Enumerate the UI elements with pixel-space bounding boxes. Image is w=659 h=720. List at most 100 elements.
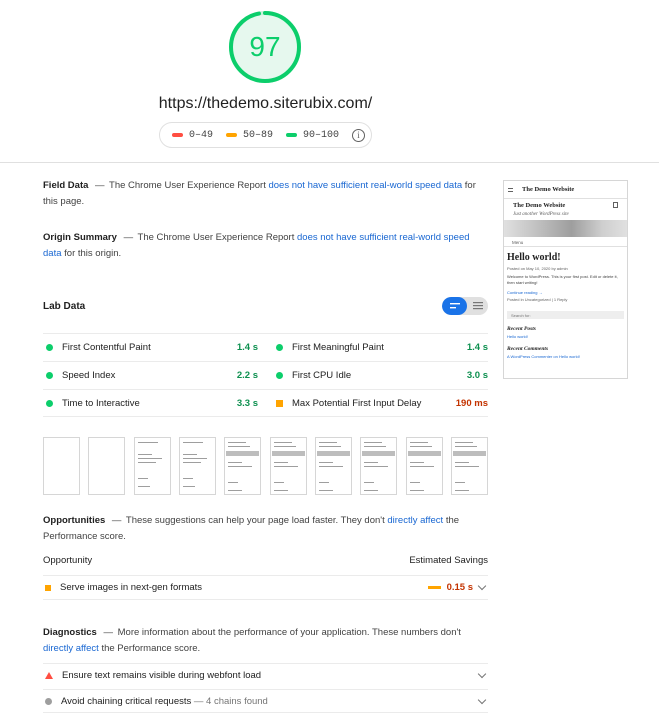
screenshot-post-title: Hello world! (507, 252, 561, 263)
filmstrip (43, 437, 488, 495)
average-icon (276, 399, 283, 407)
field-data-link[interactable]: does not have sufficient real-world spee… (268, 180, 462, 191)
origin-summary-title: Origin Summary (43, 232, 117, 243)
screenshot-recent-comment-item: A WordPress Commenter on Hello world! (507, 354, 580, 359)
diagnostics-title: Diagnostics (43, 627, 97, 638)
legend-item-fail: 0–49 (172, 130, 213, 141)
chevron-down-icon[interactable] (477, 669, 487, 679)
pass-icon (276, 344, 283, 351)
pass-icon (46, 372, 53, 379)
legend-range: 0–49 (189, 129, 214, 141)
diagnostic-label: Avoid chaining critical requests — 4 cha… (61, 696, 479, 707)
metric-label: Max Potential First Input Delay (292, 397, 422, 409)
metric-first-contentful-paint: First Contentful Paint 1.4 s (43, 334, 258, 361)
metric-first-cpu-idle: First CPU Idle 3.0 s (273, 362, 488, 389)
compact-view-button[interactable] (442, 297, 467, 315)
menu-icon (508, 187, 513, 192)
chevron-down-icon[interactable] (477, 695, 487, 704)
diagnostics-text: More information about the performance o… (117, 627, 461, 638)
diagnostic-detail: — 4 chains found (193, 695, 268, 707)
metric-label: First CPU Idle (292, 370, 352, 381)
opportunities-text: These suggestions can help your page loa… (125, 515, 385, 526)
lab-data-title: Lab Data (43, 300, 86, 312)
metric-label: Time to Interactive (62, 397, 140, 409)
metric-value: 3.3 s (236, 397, 258, 409)
screenshot-nav: Menu (504, 237, 627, 247)
screenshot-recent-comments-title: Recent Comments (507, 346, 549, 352)
metric-value: 3.0 s (466, 370, 488, 381)
metric-first-meaningful-paint: First Meaningful Paint 1.4 s (273, 334, 488, 361)
field-data-title: Field Data (43, 180, 89, 191)
screenshot-site-title-2: The Demo Website (513, 202, 566, 209)
metric-label: First Meaningful Paint (292, 342, 384, 353)
diagnostics-suffix: the Performance score. (101, 643, 201, 654)
origin-summary-suffix: for this origin. (64, 248, 122, 259)
field-data-dash: — (95, 180, 105, 191)
filmstrip-frame (314, 437, 352, 495)
metric-label: First Contentful Paint (62, 342, 151, 353)
info-icon[interactable]: i (352, 128, 365, 142)
diagnostics-section: Diagnostics — More information about the… (43, 625, 488, 657)
fail-icon (45, 672, 53, 679)
filmstrip-frame (88, 437, 126, 495)
diagnostic-webfont-visible[interactable]: Ensure text remains visible during webfo… (43, 663, 488, 687)
metric-time-to-interactive: Time to Interactive 3.3 s (43, 390, 258, 416)
pass-icon (46, 344, 53, 351)
metric-max-potential-fid: Max Potential First Input Delay 190 ms (273, 390, 488, 416)
metric-row: First Contentful Paint 1.4 s First Meani… (43, 333, 488, 361)
screenshot-site-header: The Demo Website Just another WordPress … (504, 199, 627, 217)
screenshot-body: Hello world! Posted on May 10, 2020 by a… (504, 247, 627, 359)
expanded-view-button[interactable] (467, 297, 488, 315)
screenshot-header-image (504, 220, 627, 237)
score-legend: 0–49 50–89 90–100 i (159, 122, 372, 148)
screenshot-topbar: The Demo Website (504, 181, 627, 199)
chevron-down-icon[interactable] (477, 581, 487, 591)
legend-swatch (226, 133, 237, 137)
header-divider (0, 162, 659, 163)
pass-icon (276, 372, 283, 379)
diagnostics-link[interactable]: directly affect (43, 643, 99, 654)
filmstrip-frame (224, 437, 262, 495)
screenshot-site-name: The Demo Website (513, 202, 618, 209)
metric-value: 190 ms (455, 397, 488, 409)
metric-row: Speed Index 2.2 s First CPU Idle 3.0 s (43, 361, 488, 389)
opportunities-link[interactable]: directly affect (387, 515, 443, 526)
search-icon (613, 202, 618, 208)
report-main: Field Data — The Chrome User Experience … (43, 178, 488, 262)
legend-item-average: 50–89 (226, 130, 273, 141)
savings-value: 0.15 s (446, 582, 473, 593)
origin-summary-dash: — (123, 232, 134, 243)
metric-value: 1.4 s (466, 342, 488, 353)
screenshot-recent-posts-title: Recent Posts (507, 326, 536, 332)
pass-icon (46, 399, 53, 407)
opportunities-title: Opportunities (43, 515, 106, 526)
opportunity-label: Serve images in next-gen formats (60, 582, 203, 593)
screenshot-recent-post-item: Hello world! (507, 334, 528, 339)
score-value: 97 (249, 31, 281, 62)
filmstrip-frame (405, 437, 443, 495)
diagnostic-critical-requests[interactable]: Avoid chaining critical requests — 4 cha… (43, 689, 488, 713)
filmstrip-frame (133, 437, 171, 495)
opportunities-section: Opportunities — These suggestions can he… (43, 513, 488, 545)
list-compact-icon (449, 303, 460, 309)
screenshot-search: Search for: (507, 311, 624, 319)
field-data-section: Field Data — The Chrome User Experience … (43, 178, 488, 210)
opportunity-column: Opportunity (43, 555, 93, 566)
metric-view-toggle[interactable] (442, 297, 488, 315)
screenshot-posted-in: Posted in Uncategorized | 1 Reply (507, 297, 568, 302)
performance-score-gauge: 97 (228, 10, 302, 84)
screenshot-post-meta: Posted on May 10, 2020 by admin (507, 266, 568, 271)
filmstrip-frame (360, 437, 398, 495)
opportunities-dash: — (111, 515, 122, 526)
filmstrip-frame (269, 437, 307, 495)
info-dot-icon (45, 697, 52, 705)
field-data-text: The Chrome User Experience Report (109, 180, 266, 191)
opportunity-serve-next-gen-images[interactable]: Serve images in next-gen formats 0.15 s (43, 575, 488, 600)
screenshot-tagline: Just another WordPress site (513, 212, 569, 217)
metric-label: Speed Index (62, 370, 116, 381)
origin-summary-text: The Chrome User Experience Report (137, 232, 295, 243)
screenshot-continue-link: Continue reading → (507, 290, 543, 295)
legend-range: 90–100 (303, 129, 340, 141)
lab-metrics: First Contentful Paint 1.4 s First Meani… (43, 333, 488, 417)
diagnostic-label: Ensure text remains visible during webfo… (62, 670, 262, 681)
